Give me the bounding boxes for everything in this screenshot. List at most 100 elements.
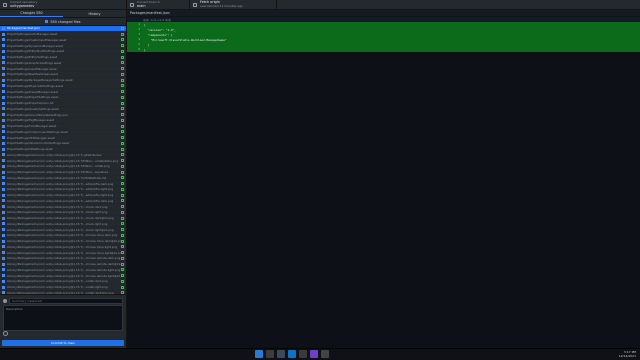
tab-changes[interactable]: Changes 580 [0, 10, 63, 17]
file-include-checkbox[interactable] [2, 274, 5, 278]
file-include-checkbox[interactable] [2, 182, 5, 186]
file-path: Library/PackageCache/com.unity.collab-pr… [7, 273, 121, 278]
file-added-icon [121, 72, 124, 76]
file-include-checkbox[interactable] [2, 199, 5, 203]
file-added-icon [121, 101, 124, 105]
file-include-checkbox[interactable] [2, 38, 5, 42]
diff-line-text: } [144, 47, 146, 52]
file-include-checkbox[interactable] [2, 245, 5, 249]
file-include-checkbox[interactable] [2, 176, 5, 180]
file-include-checkbox[interactable] [2, 228, 5, 232]
sync-icon [193, 2, 197, 7]
file-added-icon [121, 228, 124, 232]
file-include-checkbox[interactable] [2, 164, 5, 168]
file-include-checkbox[interactable] [2, 26, 5, 30]
file-path: Library/PackageCache/com.unity.collab-pr… [7, 267, 121, 272]
file-include-checkbox[interactable] [2, 147, 5, 151]
commit-description-input[interactable]: Description [3, 305, 123, 331]
file-include-checkbox[interactable] [2, 113, 5, 117]
commit-button[interactable]: Commit to main [2, 340, 124, 346]
file-include-checkbox[interactable] [2, 256, 5, 260]
search-icon[interactable] [266, 350, 274, 358]
tab-history[interactable]: History [63, 10, 126, 17]
fetch-timestamp: Last fetched 11 minutes ago [200, 3, 243, 8]
task-view-icon[interactable] [277, 350, 285, 358]
file-include-checkbox[interactable] [2, 268, 5, 272]
file-path: Library/PackageCache/com.unity.collab-pr… [7, 262, 121, 267]
file-include-checkbox[interactable] [2, 124, 5, 128]
select-all-checkbox[interactable] [45, 20, 49, 23]
browser-icon[interactable] [288, 350, 296, 358]
file-include-checkbox[interactable] [2, 32, 5, 36]
file-added-icon [121, 67, 124, 71]
file-added-icon [121, 176, 124, 180]
fetch-origin-button[interactable]: Fetch origin Last fetched 11 minutes ago [190, 0, 277, 9]
repository-selector[interactable]: Current repository unitygamedev [0, 0, 127, 9]
file-path: ProjectSettings/AudioManager.asset [7, 32, 58, 37]
file-include-checkbox[interactable] [2, 78, 5, 82]
file-include-checkbox[interactable] [2, 61, 5, 65]
file-include-checkbox[interactable] [2, 216, 5, 220]
file-added-icon [121, 239, 124, 243]
file-added-icon [121, 187, 124, 191]
file-added-icon [121, 32, 124, 36]
file-include-checkbox[interactable] [2, 193, 5, 197]
file-path: ProjectSettings/PresetManager.asset [7, 89, 59, 94]
description-footer [3, 330, 123, 336]
file-include-checkbox[interactable] [2, 233, 5, 237]
file-include-checkbox[interactable] [2, 101, 5, 105]
file-path: ProjectSettings/Physics2DSettings.asset [7, 83, 64, 88]
github-desktop-icon[interactable] [310, 350, 318, 358]
file-include-checkbox[interactable] [2, 251, 5, 255]
file-include-checkbox[interactable] [2, 210, 5, 214]
file-include-checkbox[interactable] [2, 49, 5, 53]
file-include-checkbox[interactable] [2, 130, 5, 134]
file-include-checkbox[interactable] [2, 95, 5, 99]
file-include-checkbox[interactable] [2, 67, 5, 71]
file-include-checkbox[interactable] [2, 262, 5, 266]
changed-files-list[interactable]: Packages/manifest.json ProjectSettings/Au… [0, 26, 126, 295]
file-include-checkbox[interactable] [2, 279, 5, 283]
system-clock[interactable]: 3:17 PM 12/14/2021 [619, 350, 636, 358]
file-include-checkbox[interactable] [2, 285, 5, 289]
file-added-icon [121, 216, 124, 220]
file-include-checkbox[interactable] [2, 72, 5, 76]
file-include-checkbox[interactable] [2, 107, 5, 111]
file-added-icon [121, 107, 124, 111]
file-include-checkbox[interactable] [2, 118, 5, 122]
file-include-checkbox[interactable] [2, 44, 5, 48]
file-explorer-icon[interactable] [299, 350, 307, 358]
file-path: Library/PackageCache/com.unity.collab-pr… [7, 216, 114, 221]
file-path: ProjectSettings/EditorSettings.asset [7, 55, 58, 60]
changed-files-header[interactable]: 580 changed files [0, 18, 126, 26]
file-path: ProjectSettings/InputManager.asset [7, 66, 57, 71]
file-include-checkbox[interactable] [2, 239, 5, 243]
toolbar: Current repository unitygamedev Current … [0, 0, 640, 10]
file-include-checkbox[interactable] [2, 159, 5, 163]
file-include-checkbox[interactable] [2, 153, 5, 157]
file-include-checkbox[interactable] [2, 170, 5, 174]
repository-icon [3, 2, 7, 7]
file-path: Library/PackageCache/com.unity.collab-pr… [7, 170, 109, 175]
windows-start-icon[interactable] [255, 350, 263, 358]
add-coauthor-icon[interactable] [3, 330, 8, 336]
diff-line-text: ] [144, 42, 150, 47]
diff-line-added[interactable]: 6} [127, 47, 640, 52]
avatar [3, 299, 7, 303]
unity-icon[interactable] [321, 350, 329, 358]
file-include-checkbox[interactable] [2, 55, 5, 59]
file-include-checkbox[interactable] [2, 187, 5, 191]
file-include-checkbox[interactable] [2, 141, 5, 145]
file-include-checkbox[interactable] [2, 84, 5, 88]
file-include-checkbox[interactable] [2, 205, 5, 209]
file-include-checkbox[interactable] [2, 136, 5, 140]
file-path: Library/PackageCache/com.unity.collab-pr… [7, 193, 114, 198]
commit-summary-input[interactable] [9, 298, 123, 304]
file-added-icon [121, 44, 124, 48]
file-added-icon [121, 256, 124, 260]
diff-view: Packages/manifest.json @@ -1,4 +1,4 @@ 1… [127, 10, 640, 349]
file-include-checkbox[interactable] [2, 90, 5, 94]
file-include-checkbox[interactable] [2, 222, 5, 226]
file-path: ProjectSettings/SceneTemplateSettings.js… [7, 112, 69, 117]
branch-selector[interactable]: Current branch main [127, 0, 190, 9]
